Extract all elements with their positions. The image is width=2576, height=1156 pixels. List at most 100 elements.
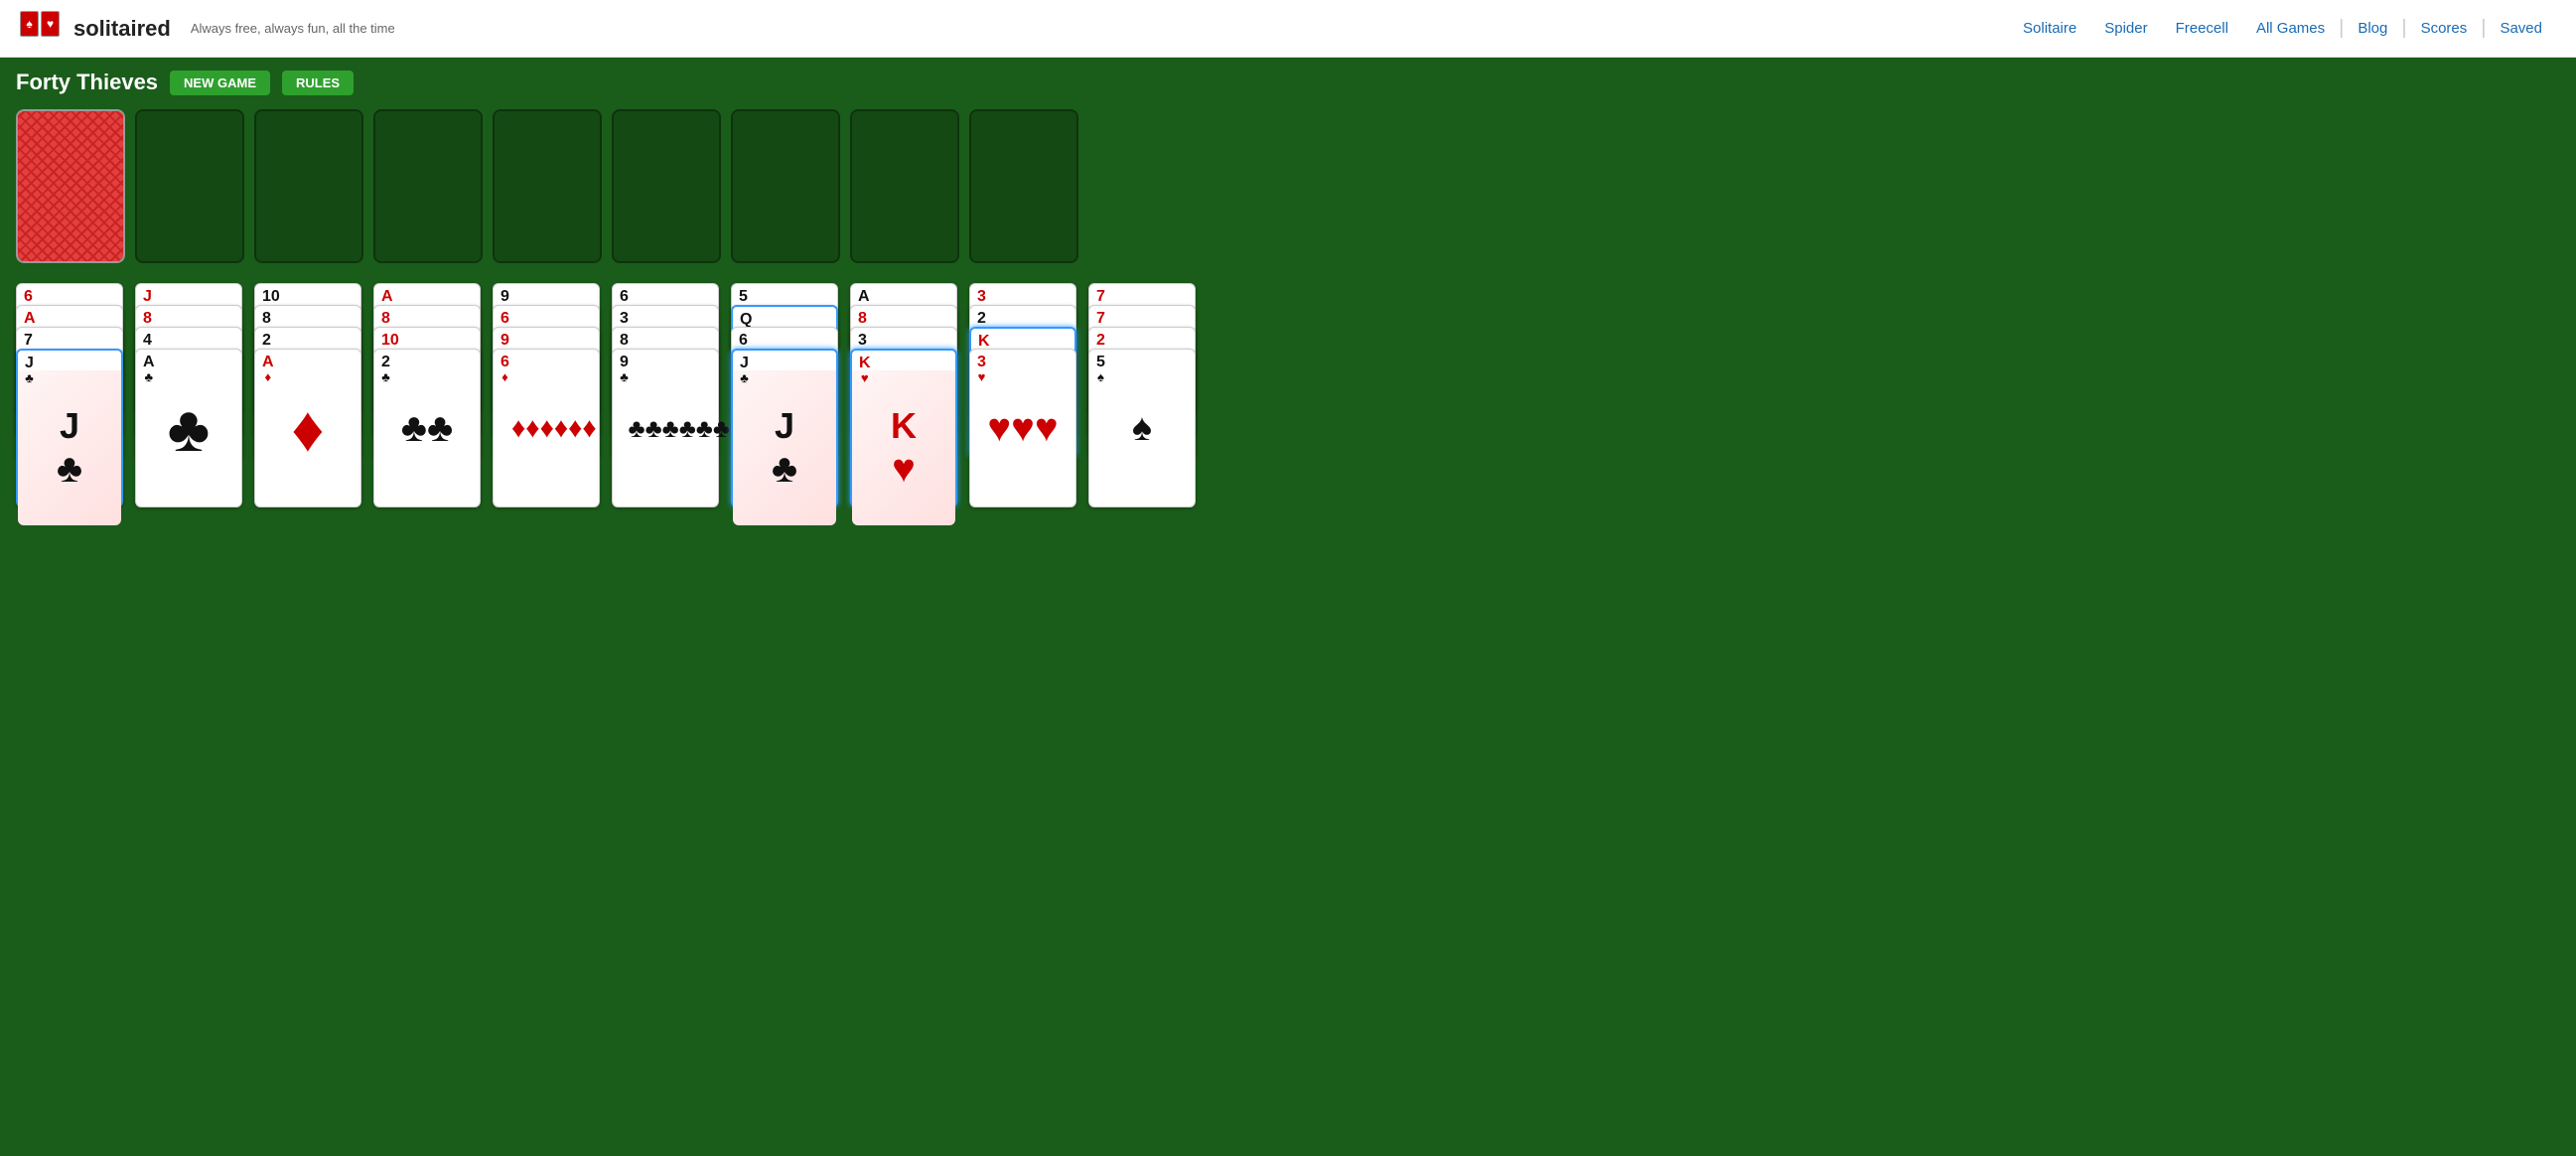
card-rank: A xyxy=(381,289,393,305)
card-rank: A xyxy=(262,355,274,370)
card-corner-col3-idx3: 2♣ xyxy=(381,355,390,383)
tableau-column-9: 7♥7♥2♥5♠♠ xyxy=(1088,283,1198,507)
foundation-3[interactable] xyxy=(373,109,483,263)
foundation-2[interactable] xyxy=(254,109,363,263)
nav-spider[interactable]: Spider xyxy=(2090,20,2161,37)
game-title: Forty Thieves xyxy=(16,70,158,95)
card-rank: 8 xyxy=(858,311,867,327)
card-center: J♣ xyxy=(733,370,836,525)
card-suit: ♥ xyxy=(861,371,869,384)
foundation-1[interactable] xyxy=(135,109,244,263)
card-center: K♥ xyxy=(852,370,955,525)
card-rank: 9 xyxy=(501,333,509,349)
card-col6-idx3[interactable]: J♣J♣ xyxy=(731,349,838,507)
new-game-button[interactable]: NEW GAME xyxy=(170,71,270,95)
card-col8-idx3[interactable]: 3♥♥♥♥ xyxy=(969,349,1076,507)
card-col0-idx3[interactable]: J♣J♣ xyxy=(16,349,123,507)
tableau-column-8: 3♥2♠K♦K♦3♥♥♥♥ xyxy=(969,283,1078,507)
stock-pile[interactable] xyxy=(16,109,125,263)
card-rank: K xyxy=(978,334,990,350)
logo-card-1: ♠ xyxy=(20,11,39,37)
nav-freecell[interactable]: Freecell xyxy=(2162,20,2242,37)
card-rank: J xyxy=(143,289,152,305)
foundation-8[interactable] xyxy=(969,109,1078,263)
card-rank: 10 xyxy=(262,289,280,305)
game-title-bar: Forty Thieves NEW GAME RULES xyxy=(16,70,2560,95)
card-rank: 2 xyxy=(262,333,271,349)
foundation-7[interactable] xyxy=(850,109,959,263)
nav-blog[interactable]: Blog xyxy=(2344,20,2401,37)
card-col2-idx3[interactable]: A♦♦ xyxy=(254,349,361,507)
foundation-5[interactable] xyxy=(612,109,721,263)
card-corner-col1-idx3: A♣ xyxy=(143,355,155,383)
card-col7-idx3[interactable]: K♥K♥ xyxy=(850,349,957,507)
logo-card-2: ♥ xyxy=(41,11,60,37)
tableau-column-4: 9♠6♦9♥6♦♦♦♦♦♦♦ xyxy=(493,283,602,507)
game-area: Forty Thieves NEW GAME RULES 6♥A♥7♣J♣J♣J… xyxy=(0,58,2576,1156)
card-rank: 8 xyxy=(381,311,390,327)
card-rank: K xyxy=(859,356,871,371)
card-rank: 9 xyxy=(620,355,629,370)
card-rank: 7 xyxy=(24,333,33,349)
stock-card-back xyxy=(16,109,125,263)
nav-saved[interactable]: Saved xyxy=(2486,20,2556,37)
main-nav: Solitaire Spider Freecell All Games | Bl… xyxy=(2009,17,2556,40)
card-suit: ♣ xyxy=(145,370,154,383)
card-rank: J xyxy=(25,356,34,371)
card-rank: 7 xyxy=(1096,289,1105,305)
card-col3-idx3[interactable]: 2♣♣♣ xyxy=(373,349,481,507)
tableau-column-3: A♦8♥10♦2♣♣♣ xyxy=(373,283,483,507)
card-corner-col5-idx3: 9♣ xyxy=(620,355,629,383)
header: ♠ ♥ solitaired Always free, always fun, … xyxy=(0,0,2576,58)
logo-text[interactable]: solitaired xyxy=(73,16,171,42)
card-rank: 6 xyxy=(501,311,509,327)
card-rank: 3 xyxy=(977,355,986,370)
card-col1-idx3[interactable]: A♣♣ xyxy=(135,349,242,507)
card-col4-idx3[interactable]: 6♦♦♦♦♦♦♦ xyxy=(493,349,600,507)
card-rank: 2 xyxy=(977,311,986,327)
card-rank: 9 xyxy=(501,289,509,305)
card-rank: J xyxy=(740,356,749,371)
card-suit: ♣ xyxy=(740,371,749,384)
card-suit: ♦ xyxy=(501,370,508,383)
nav-all-games[interactable]: All Games xyxy=(2242,20,2339,37)
card-rank: Q xyxy=(740,312,752,328)
card-center: J♣ xyxy=(18,370,121,525)
foundation-6[interactable] xyxy=(731,109,840,263)
card-rank: 3 xyxy=(620,311,629,327)
card-rank: 6 xyxy=(620,289,629,305)
card-suit: ♦ xyxy=(264,370,271,383)
card-rank: 2 xyxy=(381,355,390,370)
card-suit: ♣ xyxy=(381,370,390,383)
card-rank: 5 xyxy=(1096,355,1105,370)
card-rank: 10 xyxy=(381,333,399,349)
tableau-column-6: 5♠Q♠Q♠6♣J♣J♣ xyxy=(731,283,840,507)
foundation-4[interactable] xyxy=(493,109,602,263)
rules-button[interactable]: RULES xyxy=(282,71,354,95)
card-suit: ♥ xyxy=(978,370,986,383)
card-corner-col9-idx3: 5♠ xyxy=(1096,355,1105,383)
card-corner-col8-idx3: 3♥ xyxy=(977,355,986,383)
card-rank: 6 xyxy=(739,333,748,349)
card-rank: A xyxy=(24,311,36,327)
tableau-column-2: 10♣8♠2♣A♦♦ xyxy=(254,283,363,507)
card-rank: 6 xyxy=(24,289,33,305)
nav-scores[interactable]: Scores xyxy=(2407,20,2482,37)
card-col9-idx3[interactable]: 5♠♠ xyxy=(1088,349,1196,507)
card-rank: 8 xyxy=(262,311,271,327)
nav-solitaire[interactable]: Solitaire xyxy=(2009,20,2090,37)
card-rank: A xyxy=(143,355,155,370)
card-corner-col2-idx3: A♦ xyxy=(262,355,274,383)
card-rank: 4 xyxy=(143,333,152,349)
card-col5-idx3[interactable]: 9♣♣♣♣♣♣♣♣♣♣ xyxy=(612,349,719,507)
card-corner-col6-idx3: J♣ xyxy=(740,356,749,384)
foundation-row xyxy=(16,109,2560,263)
tagline: Always free, always fun, all the time xyxy=(191,21,395,36)
card-suit: ♣ xyxy=(25,371,34,384)
tableau-column-0: 6♥A♥7♣J♣J♣ xyxy=(16,283,125,507)
card-corner-col0-idx3: J♣ xyxy=(25,356,34,384)
card-suit: ♣ xyxy=(620,370,629,383)
tableau: 6♥A♥7♣J♣J♣J♥8♥4♠A♣♣10♣8♠2♣A♦♦A♦8♥10♦2♣♣♣… xyxy=(16,283,2560,507)
tableau-column-1: J♥8♥4♠A♣♣ xyxy=(135,283,244,507)
card-rank: 6 xyxy=(501,355,509,370)
